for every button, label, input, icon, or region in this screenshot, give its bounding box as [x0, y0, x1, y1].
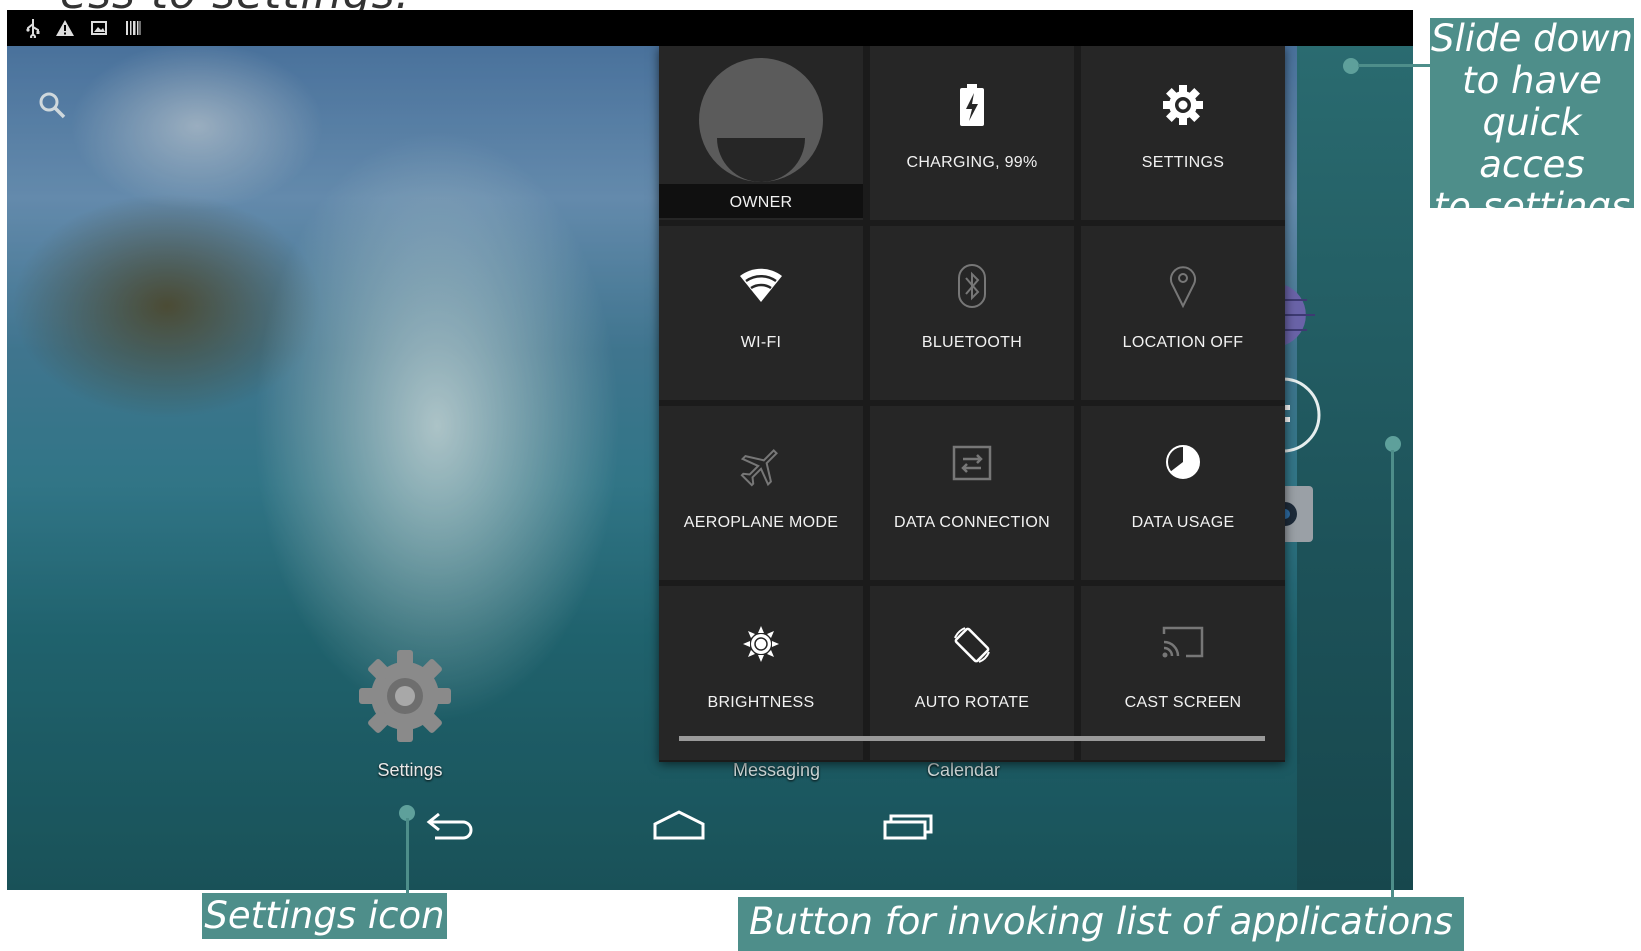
tile-owner-label: OWNER [729, 194, 793, 211]
tile-brightness[interactable]: BRIGHTNESS [659, 586, 863, 760]
tile-owner[interactable]: OWNER [659, 46, 863, 220]
tile-settings[interactable]: SETTINGS [1081, 46, 1285, 220]
barcode-icon [123, 18, 143, 38]
wallpaper-edge [1297, 46, 1413, 890]
callout-top-leader [1358, 64, 1430, 67]
tile-aeroplane-label: AEROPLANE MODE [683, 514, 839, 531]
tile-auto-rotate[interactable]: AUTO ROTATE [870, 586, 1074, 760]
callout-apps-button: Button for invoking list of applications [738, 897, 1464, 951]
back-icon[interactable] [421, 806, 481, 846]
auto-rotate-icon [870, 624, 1074, 672]
tile-settings-label: SETTINGS [1141, 154, 1225, 171]
navigation-bar [7, 800, 1413, 860]
tile-wifi[interactable]: WI-FI [659, 226, 863, 400]
image-icon [89, 18, 109, 38]
desktop-settings-shortcut[interactable]: Settings [355, 646, 465, 796]
tile-cast-screen-label: CAST SCREEN [1124, 694, 1242, 711]
user-avatar [699, 58, 823, 182]
tablet-screen: Settings Messaging Calendar OWNER CHARGI… [7, 10, 1413, 890]
tile-data-usage-label: DATA USAGE [1131, 514, 1235, 531]
tile-data-usage[interactable]: DATA USAGE [1081, 406, 1285, 580]
tile-bluetooth-label: BLUETOOTH [921, 334, 1023, 351]
calendar-label[interactable]: Calendar [927, 760, 1000, 781]
brightness-icon [659, 624, 863, 672]
warning-icon [55, 18, 75, 38]
battery-charging-icon [870, 84, 1074, 132]
usb-icon [23, 18, 43, 40]
tile-cast-screen[interactable]: CAST SCREEN [1081, 586, 1285, 760]
callout-top-line-4: to settings [1433, 185, 1631, 228]
apps-drawer-icon[interactable] [1282, 375, 1323, 460]
settings-gear-icon [355, 646, 455, 751]
bluetooth-icon [870, 264, 1074, 312]
settings-shortcut-label: Settings [377, 760, 443, 780]
globe-icon[interactable] [1285, 280, 1325, 355]
data-connection-icon [870, 444, 1074, 492]
location-icon [1081, 264, 1285, 312]
recents-icon[interactable] [877, 806, 937, 846]
callout-settings-leader [406, 818, 409, 893]
tile-location[interactable]: LOCATION OFF [1081, 226, 1285, 400]
tile-location-label: LOCATION OFF [1122, 334, 1244, 351]
tile-bluetooth[interactable]: BLUETOOTH [870, 226, 1074, 400]
gear-icon [1081, 84, 1285, 132]
panel-drag-handle[interactable] [679, 736, 1265, 741]
tile-brightness-label: BRIGHTNESS [707, 694, 815, 711]
wifi-icon [659, 264, 863, 312]
callout-top-line-3: quick acces [1479, 101, 1585, 186]
search-icon[interactable] [37, 90, 67, 120]
tile-wifi-label: WI-FI [740, 334, 782, 351]
callout-top-line-1: Slide down [1431, 17, 1633, 60]
callout-quick-settings: Slide down to have quick acces to settin… [1430, 17, 1634, 228]
cast-icon [1081, 624, 1285, 672]
tile-data-connection[interactable]: DATA CONNECTION [870, 406, 1074, 580]
tile-charging[interactable]: CHARGING, 99% [870, 46, 1074, 220]
airplane-icon [659, 444, 863, 492]
callout-apps-leader [1391, 450, 1394, 897]
tile-data-connection-label: DATA CONNECTION [894, 514, 1050, 531]
callout-settings-icon: Settings icon [202, 893, 447, 939]
data-usage-icon [1081, 444, 1285, 492]
tile-charging-label: CHARGING, 99% [906, 154, 1038, 171]
quick-settings-panel: OWNER CHARGING, 99% SETTINGS WI-FI BLUET… [659, 46, 1285, 762]
status-bar [7, 10, 1413, 46]
tile-aeroplane[interactable]: AEROPLANE MODE [659, 406, 863, 580]
callout-top-line-2: to have [1462, 59, 1602, 102]
home-icon[interactable] [649, 806, 709, 846]
messaging-label[interactable]: Messaging [733, 760, 820, 781]
callout-top-anchor [1343, 58, 1359, 74]
tile-auto-rotate-label: AUTO ROTATE [914, 694, 1030, 711]
